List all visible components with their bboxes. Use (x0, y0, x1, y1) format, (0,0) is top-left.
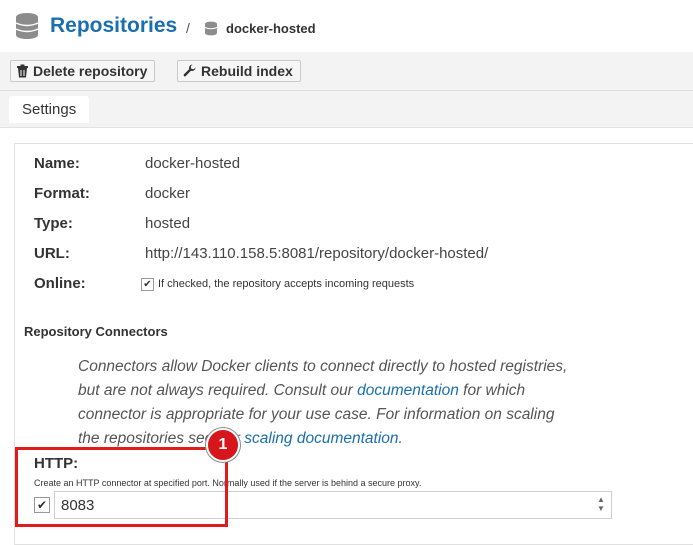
database-icon (14, 12, 40, 45)
page-header: Repositories / docker-hosted (0, 0, 693, 52)
scaling-documentation-link[interactable]: scaling documentation (244, 430, 398, 447)
highlight-box (15, 447, 228, 527)
connectors-description: Connectors allow Docker clients to conne… (78, 355, 578, 451)
online-checkbox[interactable]: ✔ (141, 278, 154, 291)
wrench-icon (183, 63, 197, 83)
format-value: docker (145, 185, 191, 202)
breadcrumb-separator: / (186, 20, 190, 36)
description-text-3: . (398, 430, 403, 447)
rebuild-index-label: Rebuild index (201, 63, 293, 79)
repository-connectors-heading: Repository Connectors (24, 324, 168, 339)
increment-icon[interactable]: ▲ (595, 495, 607, 504)
tab-bar: Settings (0, 91, 693, 128)
trash-icon (16, 63, 29, 83)
breadcrumb-current: docker-hosted (226, 21, 316, 36)
documentation-link[interactable]: documentation (357, 382, 459, 399)
format-label: Format: (34, 185, 90, 202)
url-label: URL: (34, 245, 70, 262)
name-label: Name: (34, 155, 80, 172)
rebuild-index-button[interactable]: Rebuild index (177, 60, 301, 82)
online-label: Online: (34, 275, 86, 292)
delete-repository-label: Delete repository (33, 63, 148, 79)
tab-settings[interactable]: Settings (9, 96, 90, 123)
type-value: hosted (145, 215, 191, 232)
url-value: http://143.110.158.5:8081/repository/doc… (145, 245, 489, 262)
page-title[interactable]: Repositories (50, 14, 177, 38)
delete-repository-button[interactable]: Delete repository (10, 60, 156, 83)
decrement-icon[interactable]: ▼ (595, 504, 607, 513)
toolbar: Delete repository Rebuild index (0, 52, 693, 91)
port-spinner[interactable]: ▲ ▼ (595, 495, 607, 515)
annotation-badge: 1 (206, 428, 240, 462)
repository-icon (204, 21, 218, 41)
online-hint: If checked, the repository accepts incom… (158, 278, 415, 290)
name-value: docker-hosted (145, 155, 241, 172)
type-label: Type: (34, 215, 73, 232)
